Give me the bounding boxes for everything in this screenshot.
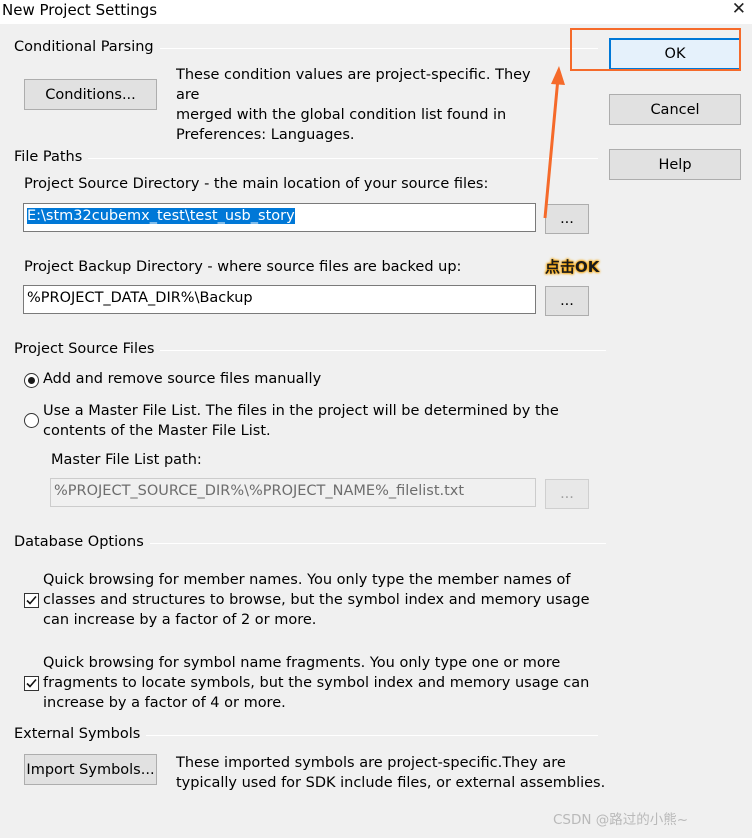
group-label-external-symbols: External Symbols xyxy=(14,726,147,742)
annotation-label: 点击OK xyxy=(545,258,600,276)
divider xyxy=(14,158,598,159)
radio-manual[interactable] xyxy=(24,373,39,388)
browse-backup-button[interactable]: ... xyxy=(545,286,589,316)
checkbox-symbol-fragments[interactable] xyxy=(24,676,39,691)
browse-master-button: ... xyxy=(545,479,589,509)
conditional-description-line: merged with the global condition list fo… xyxy=(176,107,507,123)
group-label-conditional-parsing: Conditional Parsing xyxy=(14,39,160,55)
member-names-description: Quick browsing for member names. You onl… xyxy=(43,570,590,630)
symbol-fragments-line: increase by a factor of 4 or more. xyxy=(43,695,286,711)
arrow-icon xyxy=(543,66,565,219)
watermark: CSDN @路过的小熊~ xyxy=(553,812,689,828)
symbol-fragments-line: fragments to locate symbols, but the sym… xyxy=(43,675,590,691)
group-label-file-paths: File Paths xyxy=(14,149,89,165)
external-description-line: These imported symbols are project-speci… xyxy=(176,755,566,771)
radio-manual-label: Add and remove source files manually xyxy=(43,371,322,387)
external-description-line: typically used for SDK include files, or… xyxy=(176,775,606,791)
symbol-fragments-description: Quick browsing for symbol name fragments… xyxy=(43,653,589,713)
radio-master-list[interactable] xyxy=(24,413,39,428)
radio-master-list-line: Use a Master File List. The files in the… xyxy=(43,403,559,419)
member-names-line: Quick browsing for member names. You onl… xyxy=(43,572,571,588)
checkmark-icon xyxy=(26,678,37,688)
external-description: These imported symbols are project-speci… xyxy=(176,753,605,793)
conditions-button[interactable]: Conditions... xyxy=(24,79,157,110)
title-bar: New Project Settings ✕ xyxy=(0,0,752,24)
help-button[interactable]: Help xyxy=(609,149,741,180)
backup-directory-label: Project Backup Directory - where source … xyxy=(24,259,462,275)
ok-highlight-box xyxy=(570,28,741,71)
close-icon[interactable]: ✕ xyxy=(732,0,746,19)
source-directory-label: Project Source Directory - the main loca… xyxy=(24,176,489,192)
radio-master-list-line: contents of the Master File List. xyxy=(43,423,271,439)
window-title: New Project Settings xyxy=(2,1,158,19)
source-directory-input[interactable]: E:\stm32cubemx_test\test_usb_story xyxy=(23,203,536,232)
cancel-button[interactable]: Cancel xyxy=(609,94,741,125)
conditional-description: These condition values are project-speci… xyxy=(176,65,556,145)
import-symbols-button[interactable]: Import Symbols... xyxy=(24,754,157,785)
master-path-input: %PROJECT_SOURCE_DIR%\%PROJECT_NAME%_file… xyxy=(50,478,536,507)
backup-directory-input[interactable]: %PROJECT_DATA_DIR%\Backup xyxy=(23,285,536,314)
radio-master-list-label: Use a Master File List. The files in the… xyxy=(43,401,559,441)
member-names-line: can increase by a factor of 2 or more. xyxy=(43,612,317,628)
group-label-database-options: Database Options xyxy=(14,534,150,550)
checkmark-icon xyxy=(26,595,37,605)
checkbox-member-names[interactable] xyxy=(24,593,39,608)
symbol-fragments-line: Quick browsing for symbol name fragments… xyxy=(43,655,561,671)
group-label-project-source-files: Project Source Files xyxy=(14,341,161,357)
conditional-description-line: These condition values are project-speci… xyxy=(176,67,531,103)
master-path-label: Master File List path: xyxy=(51,452,202,468)
source-directory-value: E:\stm32cubemx_test\test_usb_story xyxy=(27,208,295,224)
conditional-description-line: Preferences: Languages. xyxy=(176,127,355,143)
member-names-line: classes and structures to browse, but th… xyxy=(43,592,590,608)
